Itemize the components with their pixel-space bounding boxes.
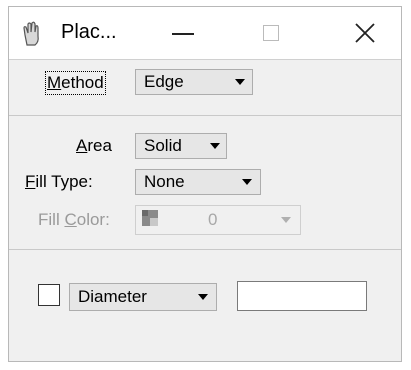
diameter-checkbox[interactable]	[38, 284, 60, 306]
area-label: Area	[76, 136, 112, 155]
fill-color-dropdown[interactable]: 0	[135, 205, 301, 235]
diameter-dropdown[interactable]: Diameter	[69, 283, 217, 311]
fill-type-value: None	[144, 172, 185, 191]
chevron-down-icon	[235, 79, 245, 85]
fill-type-label: Fill Type:	[25, 172, 93, 191]
method-value: Edge	[144, 72, 184, 91]
method-dropdown[interactable]: Edge	[135, 69, 253, 95]
chevron-down-icon	[281, 217, 291, 223]
place-dialog: Plac... Method Edge Area Solid Fill Type…	[8, 6, 402, 362]
fill-color-value: 0	[208, 210, 218, 229]
chevron-down-icon	[242, 179, 252, 185]
diameter-value: Diameter	[78, 287, 147, 306]
chevron-down-icon	[210, 143, 220, 149]
minimize-icon[interactable]	[172, 33, 194, 35]
area-dropdown[interactable]: Solid	[135, 133, 227, 159]
chevron-down-icon	[198, 294, 208, 300]
fill-color-label: Fill Color:	[38, 210, 110, 229]
fill-type-dropdown[interactable]: None	[135, 169, 261, 195]
maximize-icon[interactable]	[263, 25, 279, 41]
color-swatch-icon	[142, 210, 158, 226]
close-icon[interactable]	[353, 21, 377, 45]
hand-icon	[23, 21, 39, 46]
separator	[9, 249, 401, 250]
diameter-input[interactable]	[237, 281, 367, 311]
separator	[9, 115, 401, 116]
window-title: Plac...	[61, 21, 117, 43]
area-value: Solid	[144, 136, 182, 155]
method-label: Method	[45, 71, 106, 95]
title-bar[interactable]: Plac...	[9, 7, 401, 60]
